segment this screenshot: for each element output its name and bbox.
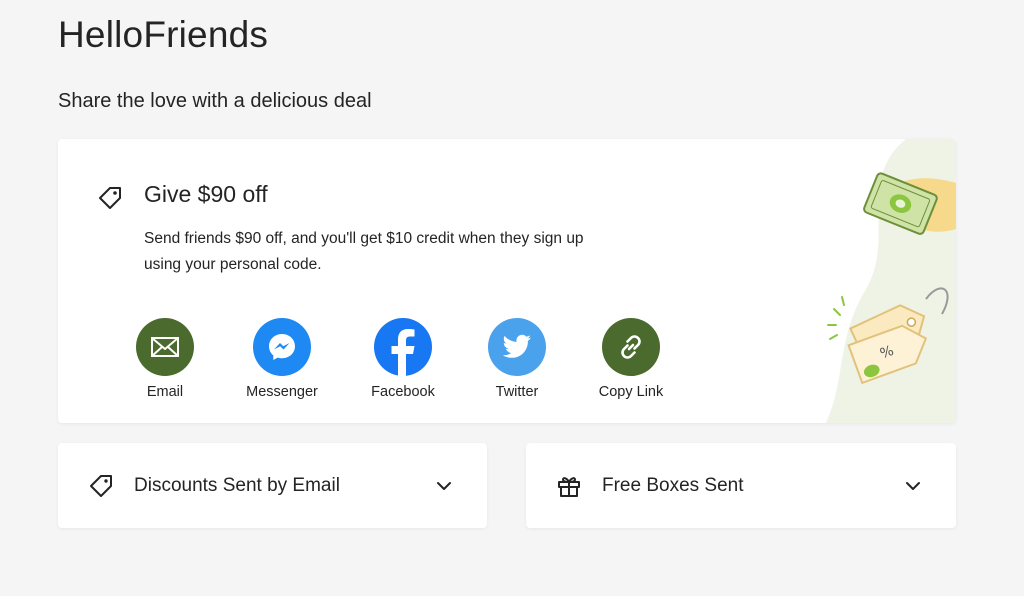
share-circle-messenger <box>253 318 311 376</box>
discounts-sent-label: Discounts Sent by Email <box>134 475 340 496</box>
twitter-icon <box>502 334 531 358</box>
offer-description: Send friends $90 off, and you'll get $10… <box>144 230 584 273</box>
share-circle-facebook <box>374 318 432 376</box>
share-copy-link-button[interactable]: Copy Link <box>581 318 681 400</box>
referral-illustration: % <box>826 139 956 423</box>
chevron-down-icon[interactable] <box>435 477 453 495</box>
share-messenger-button[interactable]: Messenger <box>232 318 332 400</box>
share-circle-twitter <box>488 318 546 376</box>
tag-icon <box>90 475 112 497</box>
share-options: Email Messenger Facebook Twitter Copy Li… <box>128 318 688 408</box>
share-messenger-label: Messenger <box>246 384 318 400</box>
share-facebook-button[interactable]: Facebook <box>353 318 453 400</box>
envelope-icon <box>151 337 179 357</box>
share-circle-copy-link <box>602 318 660 376</box>
share-facebook-label: Facebook <box>371 384 435 400</box>
free-boxes-sent-panel[interactable]: Free Boxes Sent <box>526 443 956 528</box>
facebook-icon <box>391 329 415 376</box>
share-twitter-button[interactable]: Twitter <box>467 318 567 400</box>
share-email-label: Email <box>146 384 184 400</box>
share-email-button[interactable]: Email <box>115 318 215 400</box>
messenger-icon <box>269 334 295 360</box>
share-copy-link-label: Copy Link <box>598 384 664 400</box>
chevron-down-icon[interactable] <box>904 477 922 495</box>
page-subtitle: Share the love with a delicious deal <box>58 90 372 112</box>
referral-offer-card: % Give $90 off Send friends $90 off, and… <box>58 139 956 423</box>
offer-title: Give $90 off <box>144 181 268 207</box>
tag-icon <box>99 187 121 209</box>
share-twitter-label: Twitter <box>495 384 539 400</box>
link-icon <box>621 335 641 359</box>
page-title: HelloFriends <box>58 14 269 55</box>
share-circle-email <box>136 318 194 376</box>
discounts-sent-panel[interactable]: Discounts Sent by Email <box>58 443 487 528</box>
free-boxes-sent-label: Free Boxes Sent <box>602 475 744 496</box>
gift-icon <box>558 477 580 497</box>
